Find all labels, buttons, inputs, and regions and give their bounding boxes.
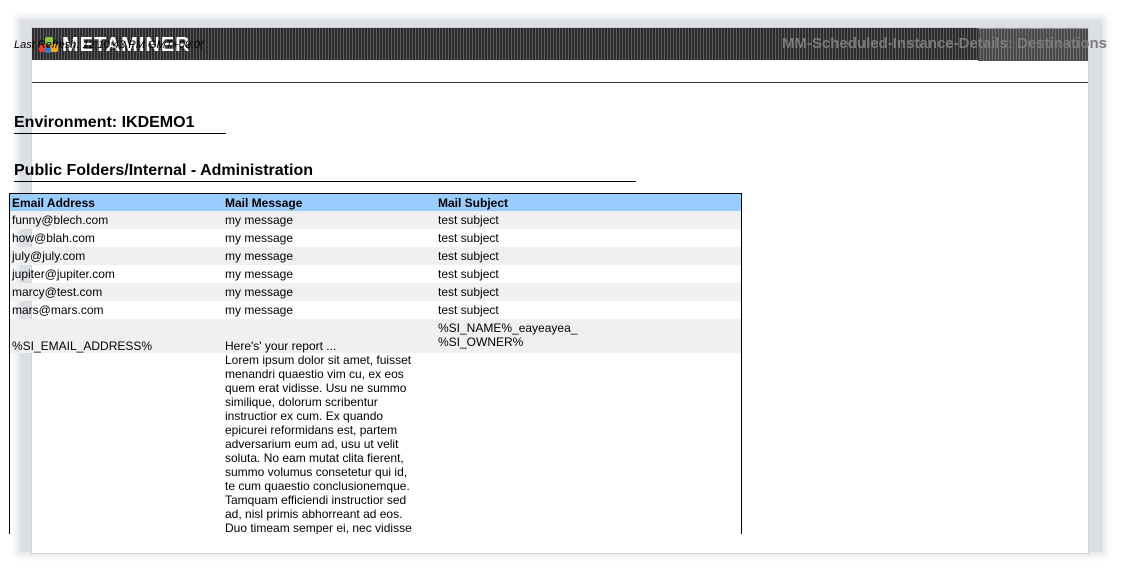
cell-message: Here's' your report ... [223,319,436,353]
last-refresh-text: Last Refresh: 12:10:43 PM GMT+00:0( [14,39,204,51]
cell-email: marcy@test.com [10,283,223,301]
cell-subject: test subject [436,247,741,265]
column-header-subject: Mail Subject [436,194,741,211]
cell-message: my message [223,211,436,229]
cell-subject [436,353,741,534]
cell-message: my message [223,283,436,301]
cell-email: how@blah.com [12,231,95,245]
destinations-table: Email Address Mail Message Mail Subject … [10,194,741,534]
cell-subject: %SI_NAME%_eayeayea_ %SI_OWNER% [436,319,741,353]
table-row: july@july.com my message test subject [10,247,741,265]
cell-message: Lorem ipsum dolor sit amet, fuisset mena… [225,353,412,534]
sub-header-bar [32,60,1088,83]
cell-email [10,353,223,534]
table-row: funny@blech.com my message test subject [10,211,741,229]
environment-heading: Environment: IKDEMO1 [14,114,226,134]
cell-message: my message [223,247,436,265]
cell-subject: test subject [438,303,499,317]
cell-email: mars@mars.com [12,303,104,317]
table-row: how@blah.com my message test subject [10,229,741,247]
table-row: %SI_EMAIL_ADDRESS% Here's' your report .… [10,319,741,353]
column-header-email: Email Address [10,194,223,211]
cell-subject: test subject [436,283,741,301]
table-row: jupiter@jupiter.com my message test subj… [10,265,741,283]
section-heading: Public Folders/Internal - Administration [14,162,636,182]
cell-email: funny@blech.com [10,211,223,229]
cell-subject: test subject [438,231,499,245]
cell-subject: test subject [438,267,499,281]
cell-email: %SI_EMAIL_ADDRESS% [10,319,223,353]
column-header-message: Mail Message [223,194,436,211]
destinations-table-container: Email Address Mail Message Mail Subject … [9,193,742,534]
cell-message: my message [225,267,294,281]
cell-message: my message [225,303,294,317]
table-header-row: Email Address Mail Message Mail Subject [10,194,741,211]
cell-message: my message [225,231,294,245]
report-title: MM-Scheduled-Instance-Details: Destinati… [781,35,1107,52]
cell-email: july@july.com [10,247,223,265]
cell-subject: test subject [436,211,741,229]
table-row: marcy@test.com my message test subject [10,283,741,301]
cell-email: jupiter@jupiter.com [12,267,115,281]
table-row: mars@mars.com my message test subject [10,301,741,319]
table-row: Lorem ipsum dolor sit amet, fuisset mena… [10,353,741,534]
